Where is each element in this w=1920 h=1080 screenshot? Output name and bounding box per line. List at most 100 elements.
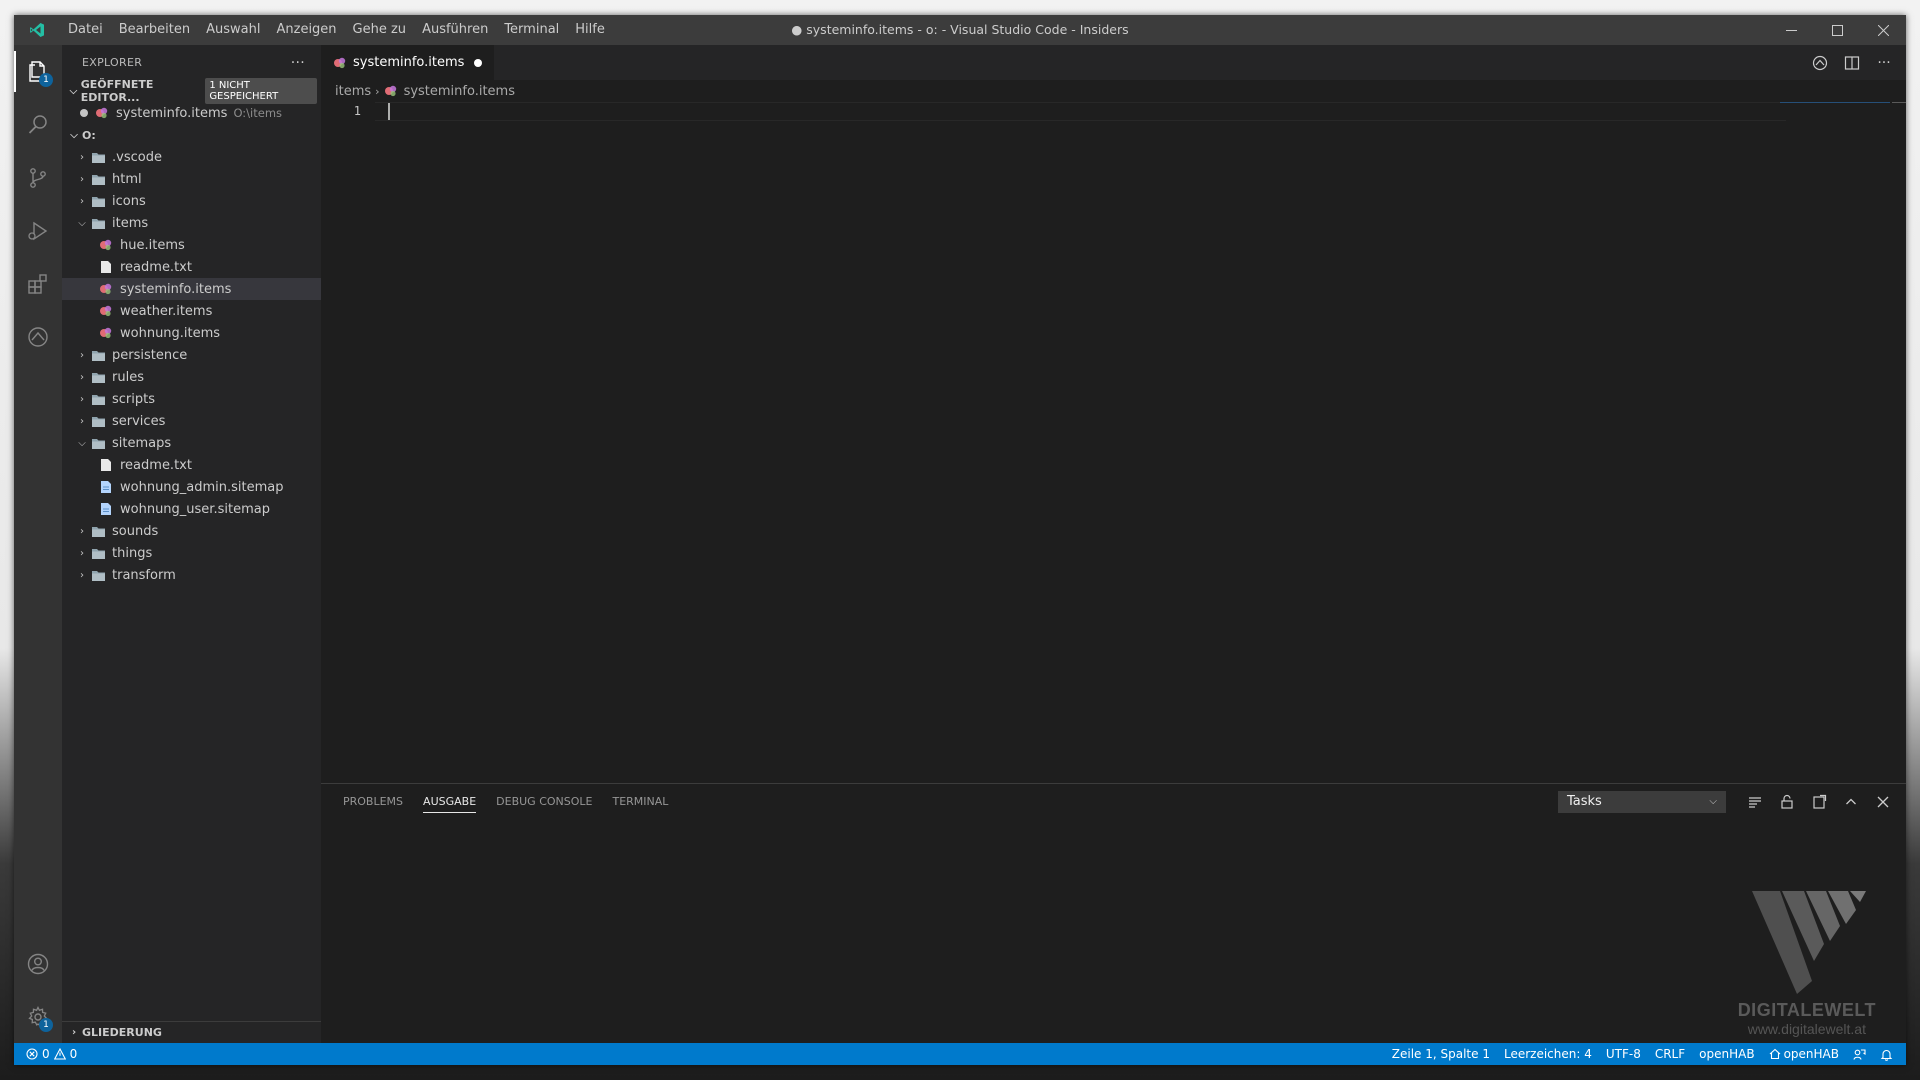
tab-debug-console[interactable]: DEBUG CONSOLE (486, 784, 602, 819)
chevron-right-icon[interactable]: › (74, 174, 90, 185)
menu-anzeigen[interactable]: Anzeigen (268, 15, 344, 45)
tree-folder[interactable]: › .vscode (62, 146, 321, 168)
dirty-indicator-icon[interactable] (80, 109, 88, 117)
open-editor-item[interactable]: systeminfo.items O:\items (62, 102, 321, 124)
maximize-button[interactable] (1814, 15, 1860, 45)
tree-folder[interactable]: › transform (62, 564, 321, 586)
tree-file[interactable]: weather.items (62, 300, 321, 322)
menu-bearbeiten[interactable]: Bearbeiten (111, 15, 198, 45)
output-channel-select[interactable]: Tasks ⌵ (1558, 790, 1726, 813)
editor-scrollbar[interactable] (1892, 102, 1906, 103)
chevron-up-icon (1846, 798, 1856, 804)
split-editor-button[interactable] (1838, 49, 1866, 77)
tree-folder[interactable]: › icons (62, 190, 321, 212)
workspace-root-section[interactable]: ⌵ O: (62, 124, 321, 146)
activity-search[interactable] (14, 98, 62, 151)
tree-folder[interactable]: › scripts (62, 388, 321, 410)
tree-folder[interactable]: › persistence (62, 344, 321, 366)
outline-section[interactable]: › GLIEDERUNG (62, 1021, 321, 1043)
status-eol[interactable]: CRLF (1648, 1047, 1692, 1061)
tree-file[interactable]: hue.items (62, 234, 321, 256)
tab-problems[interactable]: PROBLEMS (333, 784, 413, 819)
settings-badge: 1 (39, 1018, 53, 1032)
menu-terminal[interactable]: Terminal (496, 15, 567, 45)
status-openhab-connection[interactable]: openHAB (1762, 1047, 1846, 1061)
chevron-down-icon[interactable]: ⌵ (74, 218, 90, 229)
tree-folder[interactable]: › things (62, 542, 321, 564)
vscode-insiders-logo-icon[interactable] (14, 15, 60, 45)
close-icon (1877, 24, 1889, 36)
minimize-button[interactable] (1768, 15, 1814, 45)
tree-item-label: weather.items (120, 303, 213, 319)
close-window-button[interactable] (1860, 15, 1906, 45)
breadcrumb-file[interactable]: systeminfo.items (404, 84, 515, 99)
chevron-down-icon[interactable]: ⌵ (74, 438, 90, 449)
tree-folder[interactable]: › services (62, 410, 321, 432)
explorer-more-icon[interactable]: ··· (291, 55, 305, 71)
tree-file[interactable]: wohnung_admin.sitemap (62, 476, 321, 498)
minimap-slider[interactable] (1780, 102, 1890, 103)
tree-file[interactable]: readme.txt (62, 256, 321, 278)
tree-folder[interactable]: › sounds (62, 520, 321, 542)
tree-file[interactable]: systeminfo.items (62, 278, 321, 300)
code-editor[interactable]: 1 (321, 102, 1906, 783)
tree-item-label: transform (112, 567, 176, 583)
open-log-button[interactable] (1806, 789, 1832, 815)
close-panel-button[interactable] (1870, 789, 1896, 815)
activity-extensions[interactable] (14, 257, 62, 310)
status-cursor-position[interactable]: Zeile 1, Spalte 1 (1385, 1047, 1497, 1061)
menu-auswahl[interactable]: Auswahl (198, 15, 268, 45)
chevron-right-icon[interactable]: › (74, 526, 90, 537)
tree-file[interactable]: wohnung_user.sitemap (62, 498, 321, 520)
open-editors-section[interactable]: ⌵ GEÖFFNETE EDITOR... 1 NICHT GESPEICHER… (62, 78, 321, 104)
tree-folder[interactable]: › rules (62, 366, 321, 388)
digitalewelt-watermark: DIGITALEWELT www.digitalewelt.at (1738, 886, 1876, 1037)
status-feedback[interactable] (1846, 1048, 1873, 1061)
status-language[interactable]: openHAB (1692, 1047, 1761, 1061)
tree-item-label: things (112, 545, 153, 561)
chevron-right-icon[interactable]: › (74, 570, 90, 581)
line-number: 1 (353, 104, 361, 118)
chevron-right-icon[interactable]: › (74, 394, 90, 405)
activity-manage[interactable]: 1 (14, 990, 62, 1043)
maximize-panel-button[interactable] (1838, 789, 1864, 815)
tab-dirty-icon[interactable] (474, 58, 483, 67)
activity-accounts[interactable] (14, 937, 62, 990)
breadcrumb-folder[interactable]: items (335, 84, 371, 99)
activity-run-debug[interactable] (14, 204, 62, 257)
status-encoding[interactable]: UTF-8 (1599, 1047, 1648, 1061)
tree-folder[interactable]: ⌵ items (62, 212, 321, 234)
activity-explorer[interactable]: 1 (14, 45, 62, 98)
tree-file[interactable]: wohnung.items (62, 322, 321, 344)
menu-datei[interactable]: Datei (60, 15, 111, 45)
chevron-right-icon[interactable]: › (74, 416, 90, 427)
openhab-preview-button[interactable] (1806, 49, 1834, 77)
menu-hilfe[interactable]: Hilfe (567, 15, 613, 45)
chevron-right-icon[interactable]: › (74, 548, 90, 559)
status-problems[interactable]: 0 0 (20, 1047, 77, 1061)
tree-file[interactable]: readme.txt (62, 454, 321, 476)
tree-item-label: sounds (112, 523, 159, 539)
menu-gehe-zu[interactable]: Gehe zu (345, 15, 415, 45)
chevron-right-icon[interactable]: › (74, 350, 90, 361)
lock-scroll-button[interactable] (1774, 789, 1800, 815)
line-gutter: 1 (321, 102, 375, 121)
activity-source-control[interactable] (14, 151, 62, 204)
tab-terminal[interactable]: TERMINAL (602, 784, 678, 819)
menu-ausfuehren[interactable]: Ausführen (414, 15, 496, 45)
clear-output-button[interactable] (1742, 789, 1768, 815)
tree-folder[interactable]: › html (62, 168, 321, 190)
chevron-right-icon[interactable]: › (74, 152, 90, 163)
status-indentation[interactable]: Leerzeichen: 4 (1497, 1047, 1599, 1061)
tab-ausgabe[interactable]: AUSGABE (413, 784, 486, 819)
status-notifications[interactable] (1873, 1048, 1900, 1061)
tree-item-label: rules (112, 369, 144, 385)
chevron-right-icon[interactable]: › (74, 372, 90, 383)
tab-systeminfo-items[interactable]: systeminfo.items (321, 45, 495, 80)
chevron-right-icon[interactable]: › (74, 196, 90, 207)
editor-more-button[interactable]: ··· (1870, 49, 1898, 77)
editor-tabs: systeminfo.items ··· (321, 45, 1906, 80)
activity-openhab[interactable] (14, 310, 62, 363)
outline-label: GLIEDERUNG (82, 1026, 162, 1039)
tree-folder[interactable]: ⌵ sitemaps (62, 432, 321, 454)
